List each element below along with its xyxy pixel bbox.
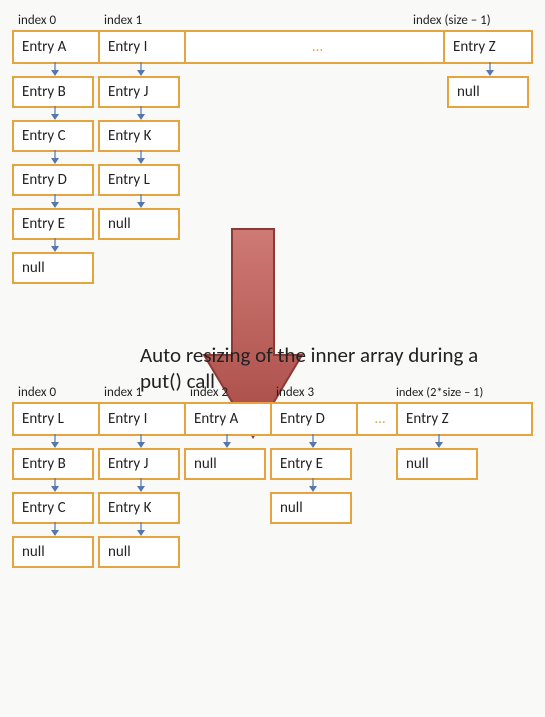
index-label: index 1 <box>98 384 184 402</box>
chain-cell-wrap: Entry J <box>98 76 184 108</box>
chain-cell-wrap: null <box>447 76 533 108</box>
link-arrow-icon <box>134 522 148 536</box>
chain-entry: null <box>270 492 352 524</box>
chain-row: Entry CEntry K null <box>12 492 533 524</box>
link-arrow-icon <box>48 478 62 492</box>
array-cell: Entry A <box>186 404 272 434</box>
chain-cell-wrap: null <box>98 536 184 568</box>
array-cell: Entry A <box>14 32 100 62</box>
chain-entry: null <box>396 448 478 480</box>
link-arrow-icon <box>48 238 62 252</box>
link-arrow-icon <box>48 194 62 208</box>
chain-entry: Entry L <box>98 164 180 196</box>
link-arrow-icon <box>483 62 497 76</box>
array-cell: Entry I <box>100 32 186 62</box>
chain-cell-wrap: Entry C <box>12 120 98 152</box>
chain-entry: Entry K <box>98 492 180 524</box>
array-cell: Entry Z <box>445 32 531 62</box>
index-label: index 0 <box>12 12 98 30</box>
chain-entry: null <box>98 536 180 568</box>
array-cell: Entry D <box>272 404 358 434</box>
link-arrow-icon <box>306 434 320 448</box>
chain-cell-wrap: Entry D <box>12 164 98 196</box>
link-arrow-icon <box>48 522 62 536</box>
chain-cell-wrap: Entry B <box>12 448 98 480</box>
bottom-array-row: Entry L Entry I Entry A Entry D … Entry … <box>12 402 533 436</box>
chain-cell-wrap: null <box>12 536 98 568</box>
link-arrow-icon <box>134 478 148 492</box>
link-arrow-icon <box>220 434 234 448</box>
index-label: index 1 <box>98 12 184 30</box>
index-label: index 0 <box>12 384 98 402</box>
chain-cell-wrap: null <box>270 492 356 524</box>
chain-entry: null <box>12 252 94 284</box>
link-arrow-icon <box>48 62 62 76</box>
link-arrow-icon <box>48 150 62 164</box>
hashmap-after-resize: index 0 index 1 index 2 index 3 index (2… <box>12 384 533 568</box>
chain-cell-wrap: null <box>396 448 482 480</box>
chain-row: Entry BEntry JnullEntry Enull <box>12 448 533 480</box>
index-label: index (2*size – 1) <box>396 384 528 402</box>
top-index-row: index 0 index 1 index (size – 1) <box>12 12 533 30</box>
chain-cell-wrap: null <box>184 448 270 480</box>
chain-row: Entry DEntry L <box>12 164 533 196</box>
link-arrow-icon <box>48 434 62 448</box>
link-arrow-icon <box>48 106 62 120</box>
index-label: index 3 <box>270 384 356 402</box>
chain-entry: Entry J <box>98 448 180 480</box>
chain-entry: Entry B <box>12 448 94 480</box>
index-label-gap <box>184 12 413 30</box>
chain-row: Entry CEntry K <box>12 120 533 152</box>
array-ellipsis: … <box>186 32 445 62</box>
chain-cell-wrap: Entry J <box>98 448 184 480</box>
chain-cell-wrap: Entry C <box>12 492 98 524</box>
array-cell: Entry I <box>100 404 186 434</box>
chain-cell-wrap: Entry K <box>98 492 184 524</box>
chain-entry: Entry J <box>98 76 180 108</box>
index-label-gap <box>356 384 396 402</box>
chain-cell-wrap: Entry B <box>12 76 98 108</box>
array-cell: Entry Z <box>398 404 484 434</box>
index-label: index (size – 1) <box>413 12 533 30</box>
chain-entry: Entry K <box>98 120 180 152</box>
link-arrow-icon <box>134 62 148 76</box>
link-arrow-icon <box>306 478 320 492</box>
link-arrow-icon <box>134 106 148 120</box>
index-label: index 2 <box>184 384 270 402</box>
chain-entry: Entry C <box>12 492 94 524</box>
chain-cell-wrap: null <box>12 252 98 284</box>
array-cell: Entry L <box>14 404 100 434</box>
chain-row: nullnull <box>12 536 533 568</box>
bottom-index-row: index 0 index 1 index 2 index 3 index (2… <box>12 384 533 402</box>
top-array-row: Entry A Entry I … Entry Z <box>12 30 533 64</box>
chain-entry: Entry E <box>270 448 352 480</box>
chain-entry: null <box>447 76 529 108</box>
chain-cell-wrap: Entry E <box>270 448 356 480</box>
link-arrow-icon <box>134 434 148 448</box>
link-arrow-icon <box>134 150 148 164</box>
chain-entry: null <box>184 448 266 480</box>
chain-entry: Entry D <box>12 164 94 196</box>
chain-cell-wrap: Entry E <box>12 208 98 240</box>
chain-cell-wrap: null <box>98 208 184 240</box>
chain-cell-wrap: Entry L <box>98 164 184 196</box>
chain-entry: Entry B <box>12 76 94 108</box>
link-arrow-icon <box>432 434 446 448</box>
chain-entry: Entry C <box>12 120 94 152</box>
link-arrow-icon <box>134 194 148 208</box>
chain-entry: Entry E <box>12 208 94 240</box>
chain-cell-wrap: Entry K <box>98 120 184 152</box>
chain-entry: null <box>98 208 180 240</box>
array-ellipsis: … <box>358 404 398 434</box>
chain-entry: null <box>12 536 94 568</box>
chain-row: Entry BEntry J null <box>12 76 533 108</box>
